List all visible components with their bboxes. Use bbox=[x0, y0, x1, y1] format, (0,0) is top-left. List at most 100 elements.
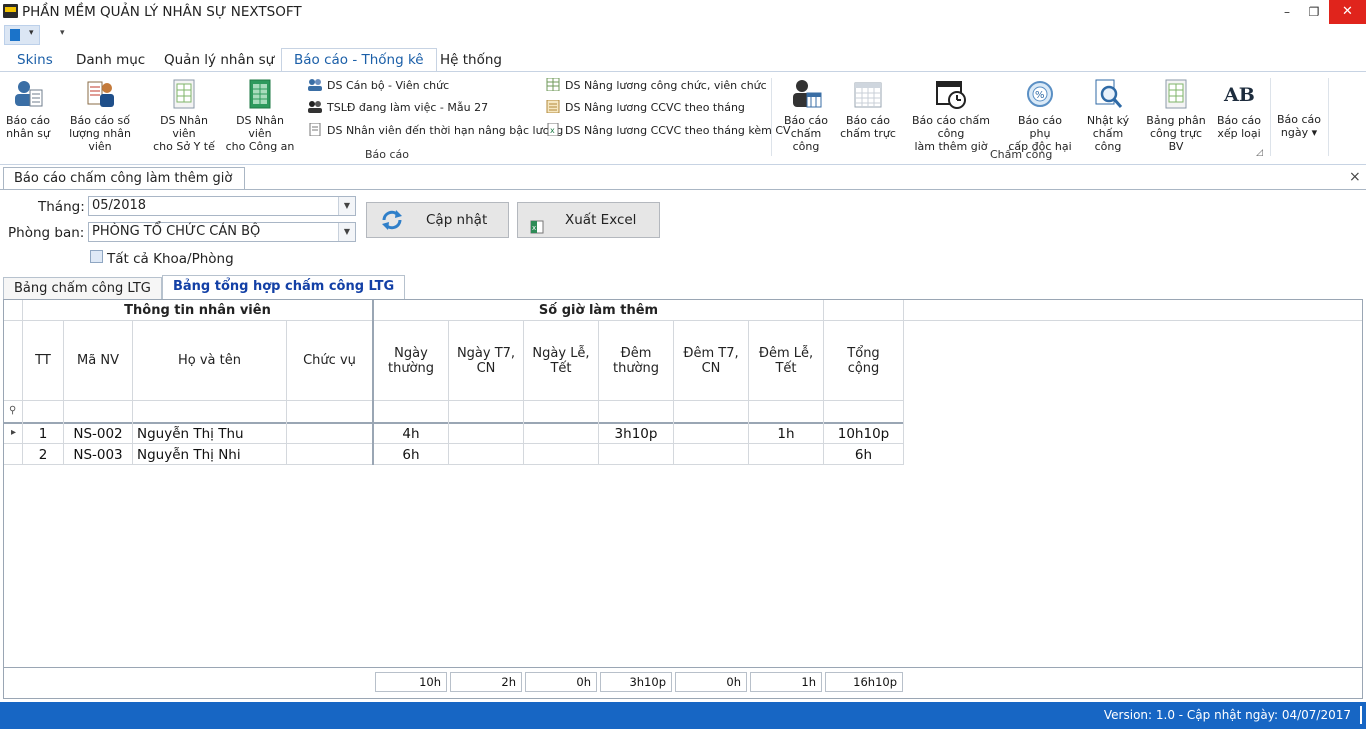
spreadsheet-green-icon bbox=[244, 78, 276, 110]
close-icon[interactable]: × bbox=[1349, 169, 1361, 185]
ds-nang-luong-ccvc-theo-thang-button[interactable]: DS Nâng lương CCVC theo tháng bbox=[546, 99, 745, 116]
bao-cao-ngay-dropdown[interactable]: Báo cáo ngày ▾ bbox=[1274, 113, 1324, 139]
ds-can-bo-vien-chuc-button[interactable]: DS Cán bộ - Viên chức bbox=[308, 78, 449, 94]
document-tab[interactable]: Báo cáo chấm công làm thêm giờ bbox=[3, 167, 246, 190]
chevron-down-icon[interactable]: ▼ bbox=[338, 223, 355, 241]
document-icon bbox=[308, 122, 322, 137]
column-header-ngay-thuong[interactable]: Ngày thường bbox=[374, 346, 448, 376]
table-cell[interactable]: 6h bbox=[824, 447, 903, 463]
month-select[interactable]: 05/2018 ▼ bbox=[88, 196, 356, 216]
minimize-button[interactable]: – bbox=[1275, 0, 1299, 24]
month-value: 05/2018 bbox=[92, 198, 147, 213]
tab-skins[interactable]: Skins bbox=[17, 49, 53, 71]
column-header-ho-ten[interactable]: Họ và tên bbox=[133, 353, 286, 368]
ds-nang-luong-cong-chuc-button[interactable]: DS Nâng lương công chức, viên chức bbox=[546, 77, 767, 94]
column-header-ma-nv[interactable]: Mã NV bbox=[64, 353, 132, 368]
table-cell[interactable]: NS-003 bbox=[64, 447, 132, 463]
update-label: Cập nhật bbox=[426, 212, 488, 228]
button-label: Nhật ký bbox=[1086, 114, 1130, 127]
tab-he-thong[interactable]: Hệ thống bbox=[440, 49, 502, 71]
button-label: Báo cáo phụ bbox=[1017, 114, 1063, 140]
spreadsheet-icon bbox=[546, 77, 560, 92]
export-excel-button[interactable]: x Xuất Excel bbox=[517, 202, 660, 238]
header-line: Đêm bbox=[620, 346, 652, 361]
band-header-so-gio-lam-them: Số giờ làm thêm bbox=[538, 303, 659, 318]
bao-cao-cham-truc-button[interactable]: Báo cáo chấm trực bbox=[840, 78, 896, 140]
bao-cao-cham-cong-button[interactable]: Báo cáo chấm công bbox=[778, 78, 834, 153]
all-departments-checkbox[interactable] bbox=[90, 250, 103, 263]
tsld-mau-27-button[interactable]: TSLĐ đang làm việc - Mẫu 27 bbox=[308, 100, 488, 116]
bao-cao-nhan-su-button[interactable]: Báo cáo nhân sự bbox=[2, 78, 54, 140]
button-label: DS Nâng lương CCVC theo tháng bbox=[565, 101, 745, 114]
table-cell[interactable]: 4h bbox=[374, 426, 448, 442]
header-line: Ngày Lễ, bbox=[532, 346, 590, 361]
grid-line bbox=[286, 321, 287, 465]
button-label: DS Nhân viên đến thời hạn nâng bậc lương bbox=[327, 124, 564, 137]
grid-line bbox=[63, 321, 64, 465]
update-button[interactable]: Cập nhật bbox=[366, 202, 509, 238]
button-label: Báo cáo bbox=[5, 114, 51, 127]
button-label: DS Nhân viên bbox=[236, 114, 284, 140]
grid-line bbox=[4, 320, 1362, 321]
table-cell[interactable]: 1h bbox=[749, 426, 823, 442]
ribbon-separator bbox=[1270, 78, 1271, 156]
tab-danh-muc[interactable]: Danh mục bbox=[76, 49, 145, 71]
grid-line bbox=[598, 321, 599, 465]
footer-total-dem-t7-cn: 0h bbox=[675, 672, 747, 692]
chevron-down-icon[interactable]: ▼ bbox=[338, 197, 355, 215]
table-cell[interactable]: NS-002 bbox=[64, 426, 132, 442]
table-cell[interactable]: 1 bbox=[23, 426, 63, 442]
table-cell[interactable]: 2 bbox=[23, 447, 63, 463]
export-label: Xuất Excel bbox=[565, 212, 637, 228]
header-line: CN bbox=[701, 361, 721, 376]
table-cell[interactable]: Nguyễn Thị Thu bbox=[137, 426, 286, 442]
grid-line bbox=[448, 321, 449, 465]
table-cell[interactable]: 10h10p bbox=[824, 426, 903, 442]
bao-cao-xep-loai-button[interactable]: AB Báo cáo xếp loại bbox=[1214, 78, 1264, 140]
nhat-ky-cham-cong-button[interactable]: Nhật ký chấm công bbox=[1080, 78, 1136, 153]
ds-nang-luong-ccvc-kem-cv-button[interactable]: x DS Nâng lương CCVC theo tháng kèm CV bbox=[546, 122, 791, 139]
ds-nhan-vien-nang-bac-luong-button[interactable]: DS Nhân viên đến thời hạn nâng bậc lương bbox=[308, 122, 564, 139]
window-title: PHẦN MỀM QUẢN LÝ NHÂN SỰ NEXTSOFT bbox=[22, 4, 302, 20]
button-label: TSLĐ đang làm việc - Mẫu 27 bbox=[327, 101, 489, 114]
bao-cao-so-luong-nhan-vien-button[interactable]: Báo cáo số lượng nhân viên bbox=[58, 78, 142, 153]
grid-line bbox=[4, 443, 904, 444]
column-header-tt[interactable]: TT bbox=[23, 353, 63, 368]
svg-text:x: x bbox=[532, 224, 536, 232]
tab-quan-ly-nhan-su[interactable]: Quản lý nhân sự bbox=[164, 49, 274, 71]
grid-line bbox=[4, 667, 1362, 668]
app-menu-button[interactable]: ▾ bbox=[4, 25, 40, 45]
dialog-launcher-icon[interactable]: ◿ bbox=[1256, 148, 1263, 158]
header-line: Ngày bbox=[394, 346, 428, 361]
header-line: CN bbox=[476, 361, 496, 376]
tab-bang-tong-hop-cham-cong-ltg[interactable]: Bảng tổng hợp chấm công LTG bbox=[162, 275, 406, 299]
column-header-ngay-le-tet[interactable]: Ngày Lễ, Tết bbox=[524, 346, 598, 376]
column-header-dem-thuong[interactable]: Đêm thường bbox=[599, 346, 673, 376]
ds-nhan-vien-cong-an-button[interactable]: DS Nhân viên cho Công an bbox=[224, 78, 296, 153]
table-cell[interactable]: 3h10p bbox=[599, 426, 673, 442]
ribbon-separator bbox=[1328, 78, 1329, 156]
group-icon bbox=[308, 100, 322, 113]
column-header-ngay-t7-cn[interactable]: Ngày T7, CN bbox=[449, 346, 523, 376]
column-header-dem-le-tet[interactable]: Đêm Lễ, Tết bbox=[749, 346, 823, 376]
button-label: Báo cáo chấm công bbox=[911, 114, 990, 140]
column-header-tong-cong[interactable]: Tổng cộng bbox=[824, 346, 903, 376]
bao-cao-phu-cap-doc-hai-button[interactable]: % Báo cáo phụ cấp độc hại bbox=[1006, 78, 1074, 153]
department-select[interactable]: PHÒNG TỔ CHỨC CÁN BỘ ▼ bbox=[88, 222, 356, 242]
column-header-dem-t7-cn[interactable]: Đêm T7, CN bbox=[674, 346, 748, 376]
tab-bang-cham-cong-ltg[interactable]: Bảng chấm công LTG bbox=[3, 277, 162, 299]
bang-phan-cong-truc-bv-button[interactable]: Bảng phân công trực BV bbox=[1142, 78, 1210, 153]
ds-nhan-vien-so-y-te-button[interactable]: DS Nhân viên cho Sở Y tế bbox=[148, 78, 220, 153]
restore-button[interactable]: ❐ bbox=[1302, 0, 1326, 24]
table-cell[interactable]: 6h bbox=[374, 447, 448, 463]
table-cell[interactable]: Nguyễn Thị Nhi bbox=[137, 447, 286, 463]
filter-row-icon[interactable]: ⚲ bbox=[9, 405, 16, 416]
button-label: Báo cáo bbox=[845, 114, 891, 127]
column-header-chuc-vu[interactable]: Chức vụ bbox=[287, 353, 372, 368]
close-window-button[interactable]: ✕ bbox=[1329, 0, 1366, 24]
quick-access-customize[interactable]: ▾ bbox=[60, 28, 65, 38]
bao-cao-cham-cong-lam-them-gio-button[interactable]: Báo cáo chấm công làm thêm giờ bbox=[902, 78, 1000, 153]
row-indicator-icon: ▸ bbox=[11, 427, 17, 438]
svg-text:AB: AB bbox=[1223, 84, 1255, 106]
tab-bao-cao-thong-ke[interactable]: Báo cáo - Thống kê bbox=[281, 48, 437, 73]
